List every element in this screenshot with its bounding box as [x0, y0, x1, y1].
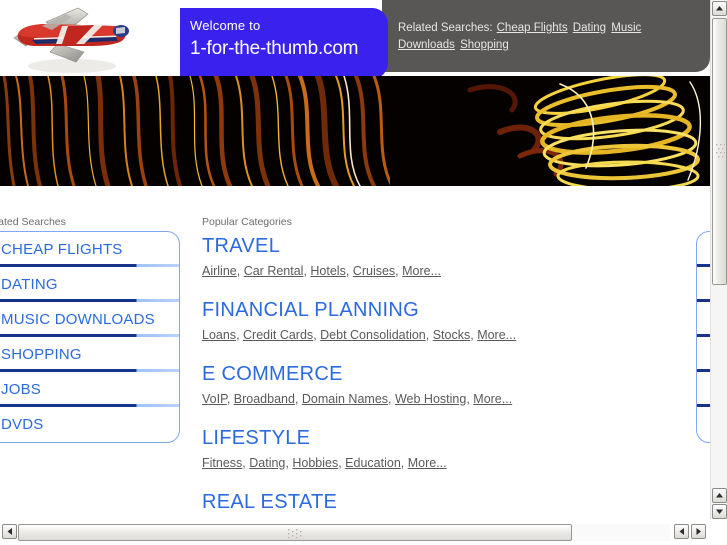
hero-banner: Search	[0, 76, 710, 186]
category-link[interactable]: Stocks	[433, 328, 471, 342]
scrollbar-grip-icon	[716, 143, 725, 157]
category-link[interactable]: Hotels	[310, 264, 345, 278]
sidebar-item-music-downloads[interactable]: MUSIC DOWNLOADS	[0, 302, 179, 337]
site-title: 1-for-the-thumb.com	[190, 38, 359, 59]
category-link[interactable]: Loans	[202, 328, 236, 342]
page-header: Welcome to 1-for-the-thumb.com Related S…	[0, 0, 710, 79]
header-related-link-shopping[interactable]: Shopping	[460, 39, 509, 51]
welcome-banner: Welcome to 1-for-the-thumb.com	[180, 8, 388, 79]
sidebar-item-label: DVDS	[1, 416, 44, 433]
scroll-down-button[interactable]	[712, 504, 727, 519]
sidebar-item-jobs[interactable]: JOBS	[0, 372, 179, 407]
category-links: VoIP, Broadband, Domain Names, Web Hosti…	[202, 392, 513, 406]
vertical-scrollbar[interactable]	[710, 0, 727, 519]
triangle-up-icon	[716, 6, 723, 11]
sidebar-item-label: SHOPPING	[1, 346, 82, 363]
category-link-more[interactable]: More...	[408, 456, 447, 470]
related-searches-column-label: elated Searches	[0, 216, 66, 228]
category-title[interactable]: TRAVEL	[202, 234, 672, 258]
right-sidebar-item[interactable]	[697, 302, 710, 337]
right-sidebar-partial[interactable]	[696, 231, 710, 443]
category-link[interactable]: Education	[345, 456, 401, 470]
category-link[interactable]: Broadband	[234, 392, 295, 406]
category-link[interactable]: Debt Consolidation	[320, 328, 426, 342]
category-link-more[interactable]: More...	[402, 264, 441, 278]
sidebar-item-dvds[interactable]: DVDS	[0, 407, 179, 442]
category-link[interactable]: Cruises	[353, 264, 395, 278]
category-links: Loans, Credit Cards, Debt Consolidation,…	[202, 328, 517, 342]
category-link[interactable]: Airline	[202, 264, 237, 278]
category-title[interactable]: E COMMERCE	[202, 362, 672, 386]
category-title[interactable]: LIFESTYLE	[202, 426, 672, 450]
scrollbar-corner	[710, 519, 727, 545]
category-link[interactable]: VoIP	[202, 392, 227, 406]
category-financial-planning: FINANCIAL PLANNING Loans, Credit Cards, …	[202, 298, 672, 345]
category-link[interactable]: Fitness	[202, 456, 242, 470]
right-sidebar-item[interactable]	[697, 372, 710, 407]
triangle-right-icon	[696, 528, 701, 535]
horizontal-scrollbar[interactable]	[0, 519, 710, 545]
vertical-scrollbar-thumb[interactable]	[712, 18, 727, 285]
triangle-up-icon	[716, 493, 723, 498]
category-lifestyle: LIFESTYLE Fitness, Dating, Hobbies, Educ…	[202, 426, 672, 473]
category-real-estate: REAL ESTATE Mortgages, Refinancing, Home…	[202, 490, 672, 519]
triangle-left-icon	[7, 528, 12, 535]
scrollbar-grip-icon	[288, 529, 302, 538]
right-sidebar-item[interactable]	[697, 232, 710, 267]
category-e-commerce: E COMMERCE VoIP, Broadband, Domain Names…	[202, 362, 672, 409]
category-link[interactable]: Credit Cards	[243, 328, 313, 342]
popular-categories-list: TRAVEL Airline, Car Rental, Hotels, Crui…	[202, 234, 672, 519]
category-link[interactable]: Domain Names	[302, 392, 388, 406]
related-searches-label: Related Searches:	[398, 22, 493, 34]
scroll-right-button[interactable]	[691, 524, 706, 539]
category-links: Airline, Car Rental, Hotels, Cruises, Mo…	[202, 264, 442, 278]
sidebar-item-label: MUSIC DOWNLOADS	[1, 311, 155, 328]
triangle-left-icon	[679, 528, 684, 535]
sidebar-item-dating[interactable]: DATING	[0, 267, 179, 302]
right-sidebar-item[interactable]	[697, 337, 710, 372]
category-title[interactable]: FINANCIAL PLANNING	[202, 298, 672, 322]
category-title[interactable]: REAL ESTATE	[202, 490, 672, 514]
welcome-subtitle: Welcome to	[190, 18, 261, 33]
category-link-more[interactable]: More...	[477, 328, 516, 342]
category-link[interactable]: Hobbies	[292, 456, 338, 470]
category-travel: TRAVEL Airline, Car Rental, Hotels, Crui…	[202, 234, 672, 281]
related-searches-sidebar: CHEAP FLIGHTS DATING MUSIC DOWNLOADS SHO…	[0, 231, 180, 443]
triangle-down-icon	[716, 509, 723, 514]
category-link[interactable]: Car Rental	[244, 264, 304, 278]
browser-viewport: Welcome to 1-for-the-thumb.com Related S…	[0, 0, 710, 519]
scroll-up-button[interactable]	[712, 1, 727, 16]
sidebar-item-shopping[interactable]: SHOPPING	[0, 337, 179, 372]
category-links: Fitness, Dating, Hobbies, Education, Mor…	[202, 456, 447, 470]
header-related-link-cheap-flights[interactable]: Cheap Flights	[497, 22, 568, 34]
scroll-left-button[interactable]	[2, 524, 17, 539]
scroll-down-button-upper[interactable]	[712, 488, 727, 503]
scroll-left-button-right[interactable]	[674, 524, 689, 539]
right-sidebar-item[interactable]	[697, 267, 710, 302]
page-content: elated Searches Popular Categories CHEAP…	[0, 186, 710, 519]
light-trails-background-image	[0, 76, 710, 186]
horizontal-scrollbar-thumb[interactable]	[18, 524, 572, 541]
header-related-searches: Related Searches: Cheap Flights Dating Mu…	[398, 20, 698, 54]
category-link[interactable]: Dating	[249, 456, 285, 470]
popular-categories-label: Popular Categories	[202, 216, 292, 228]
sidebar-item-label: DATING	[1, 276, 58, 293]
sidebar-item-label: CHEAP FLIGHTS	[1, 241, 123, 258]
sidebar-item-label: JOBS	[1, 381, 41, 398]
airplane-logo	[13, 7, 129, 73]
sidebar-item-cheap-flights[interactable]: CHEAP FLIGHTS	[0, 232, 179, 267]
category-link-more[interactable]: More...	[473, 392, 512, 406]
right-sidebar-item[interactable]	[697, 407, 710, 442]
header-related-link-dating[interactable]: Dating	[573, 22, 606, 34]
category-link[interactable]: Web Hosting	[395, 392, 466, 406]
